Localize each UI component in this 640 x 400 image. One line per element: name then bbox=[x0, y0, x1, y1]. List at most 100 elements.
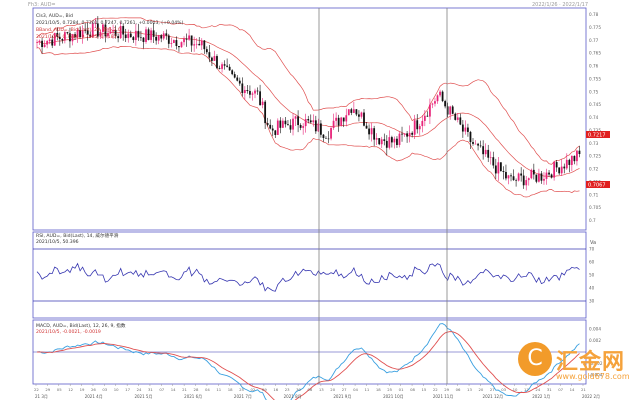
x-month-label: 2021 12月 bbox=[483, 394, 504, 399]
candle-body bbox=[380, 139, 383, 145]
candle-body bbox=[309, 120, 312, 123]
candle-body bbox=[183, 38, 185, 43]
candle-body bbox=[347, 109, 350, 116]
candle-body bbox=[261, 101, 264, 106]
main-y-tick: 0.75 bbox=[589, 89, 599, 94]
x-tick-label: 27 bbox=[342, 387, 347, 392]
lower-tag: 0.7067 bbox=[588, 183, 606, 189]
candle-body bbox=[335, 117, 338, 121]
candle-body bbox=[279, 120, 282, 128]
x-tick-label: 11 bbox=[216, 387, 221, 392]
candle-body bbox=[38, 40, 41, 43]
candle-body bbox=[271, 128, 274, 131]
bb-values: 2021/10/5, 0.7386, 0.7285, 0.7183 bbox=[36, 34, 117, 40]
main-y-tick: 0.74 bbox=[589, 115, 599, 120]
candle-body bbox=[403, 133, 406, 135]
candle-body bbox=[223, 64, 226, 66]
candle-body bbox=[363, 112, 365, 126]
candle-body bbox=[276, 120, 279, 135]
rsi-y-tick: 30 bbox=[589, 299, 595, 304]
x-tick-label: 20 bbox=[330, 387, 335, 392]
candle-body bbox=[360, 112, 363, 117]
candle-body bbox=[436, 95, 439, 102]
candle-body bbox=[454, 113, 457, 120]
candle-body bbox=[538, 173, 540, 182]
rsi-value: 2021/10/5, 50.396 bbox=[36, 239, 79, 245]
x-tick-label: 18 bbox=[228, 387, 233, 392]
candle-body bbox=[172, 40, 175, 43]
candle-body bbox=[132, 37, 135, 41]
main-panel-border bbox=[32, 7, 587, 231]
candle-body bbox=[256, 90, 259, 92]
candle-body bbox=[142, 37, 145, 42]
bb-middle-line bbox=[36, 31, 580, 178]
candle-body bbox=[429, 104, 431, 117]
x-tick-label: 27 bbox=[490, 387, 495, 392]
candle-body bbox=[122, 26, 125, 35]
x-axis: 22 29 05 12 19 26 03 10 17 24 31 07 14 21 28 04 11 18 25 02… bbox=[34, 8, 600, 399]
x-tick-label: 16 bbox=[273, 387, 278, 392]
candle-body bbox=[238, 80, 241, 84]
x-tick-label: 26 bbox=[91, 387, 96, 392]
candle-body bbox=[451, 106, 454, 114]
candle-body bbox=[320, 123, 322, 135]
candle-body bbox=[388, 137, 391, 148]
candle-body bbox=[413, 120, 416, 135]
candle-body bbox=[36, 42, 38, 43]
candle-body bbox=[302, 126, 305, 128]
rsi-y-tick: 70 bbox=[589, 247, 595, 252]
candle-body bbox=[459, 117, 462, 125]
x-tick-label: 15 bbox=[421, 387, 426, 392]
candle-body bbox=[157, 35, 160, 41]
x-tick-label: 14 bbox=[171, 387, 176, 392]
candle-body bbox=[281, 120, 284, 128]
main-y-tick: 0.705 bbox=[589, 205, 601, 210]
candle-body bbox=[200, 40, 203, 46]
candle-body bbox=[188, 35, 190, 40]
candle-body bbox=[160, 35, 163, 39]
candle-body bbox=[150, 30, 152, 40]
rsi-panel[interactable]: 70 60 50 40 30 bbox=[32, 231, 595, 319]
candle-body bbox=[426, 115, 429, 117]
x-month-label: 2021 6月 bbox=[184, 394, 202, 399]
candle-body bbox=[421, 120, 424, 127]
candle-body bbox=[434, 101, 436, 104]
candle-body bbox=[345, 115, 348, 122]
x-month-label: 2021 7月 bbox=[234, 394, 252, 399]
candle-body bbox=[423, 115, 426, 121]
candle-body bbox=[322, 134, 325, 138]
candle-body bbox=[294, 116, 297, 119]
x-tick-label: 13 bbox=[319, 387, 324, 392]
candle-body bbox=[543, 178, 545, 181]
x-tick-label: 06 bbox=[308, 387, 313, 392]
rsi-y-tick: 50 bbox=[589, 273, 595, 278]
main-y-tick: 0.78 bbox=[589, 12, 599, 17]
main-y-tick: 0.77 bbox=[589, 38, 599, 43]
x-tick-label: 20 bbox=[478, 387, 483, 392]
candle-body bbox=[274, 130, 277, 135]
candle-body bbox=[441, 91, 444, 102]
x-month-label: 2022 2月 bbox=[582, 394, 600, 399]
bb-title: BBand, AUD=, Bid(Last), 20, 最多,2.0 bbox=[36, 26, 121, 33]
candle-body bbox=[162, 33, 165, 39]
macd-title: MACD, AUD=, Bid(Last), 12, 26, 9, 指数 bbox=[36, 322, 126, 329]
candle-body bbox=[193, 44, 196, 46]
candle-body bbox=[489, 157, 492, 158]
x-tick-label: 13 bbox=[467, 387, 472, 392]
candle-body bbox=[211, 57, 213, 61]
candle-body bbox=[525, 180, 528, 186]
candle-body bbox=[145, 29, 147, 42]
candle-body bbox=[385, 140, 388, 148]
x-tick-label: 03 bbox=[501, 387, 506, 392]
candle-body bbox=[472, 142, 474, 144]
candle-body bbox=[246, 90, 249, 92]
candle-body bbox=[373, 128, 376, 140]
main-price-panel[interactable]: 0.78 0.775 0.77 0.765 0.76 0.755 0.75 0.745 0.74… bbox=[32, 7, 601, 231]
x-month-label: 2021 10月 bbox=[383, 394, 404, 399]
x-tick-label: 04 bbox=[353, 387, 358, 392]
main-y-tick: 0.73 bbox=[589, 141, 599, 146]
candle-body bbox=[477, 143, 479, 146]
main-title: Cls3, AUD=, Bid bbox=[36, 13, 73, 19]
candle-body bbox=[284, 120, 287, 125]
candle-body bbox=[573, 155, 576, 162]
